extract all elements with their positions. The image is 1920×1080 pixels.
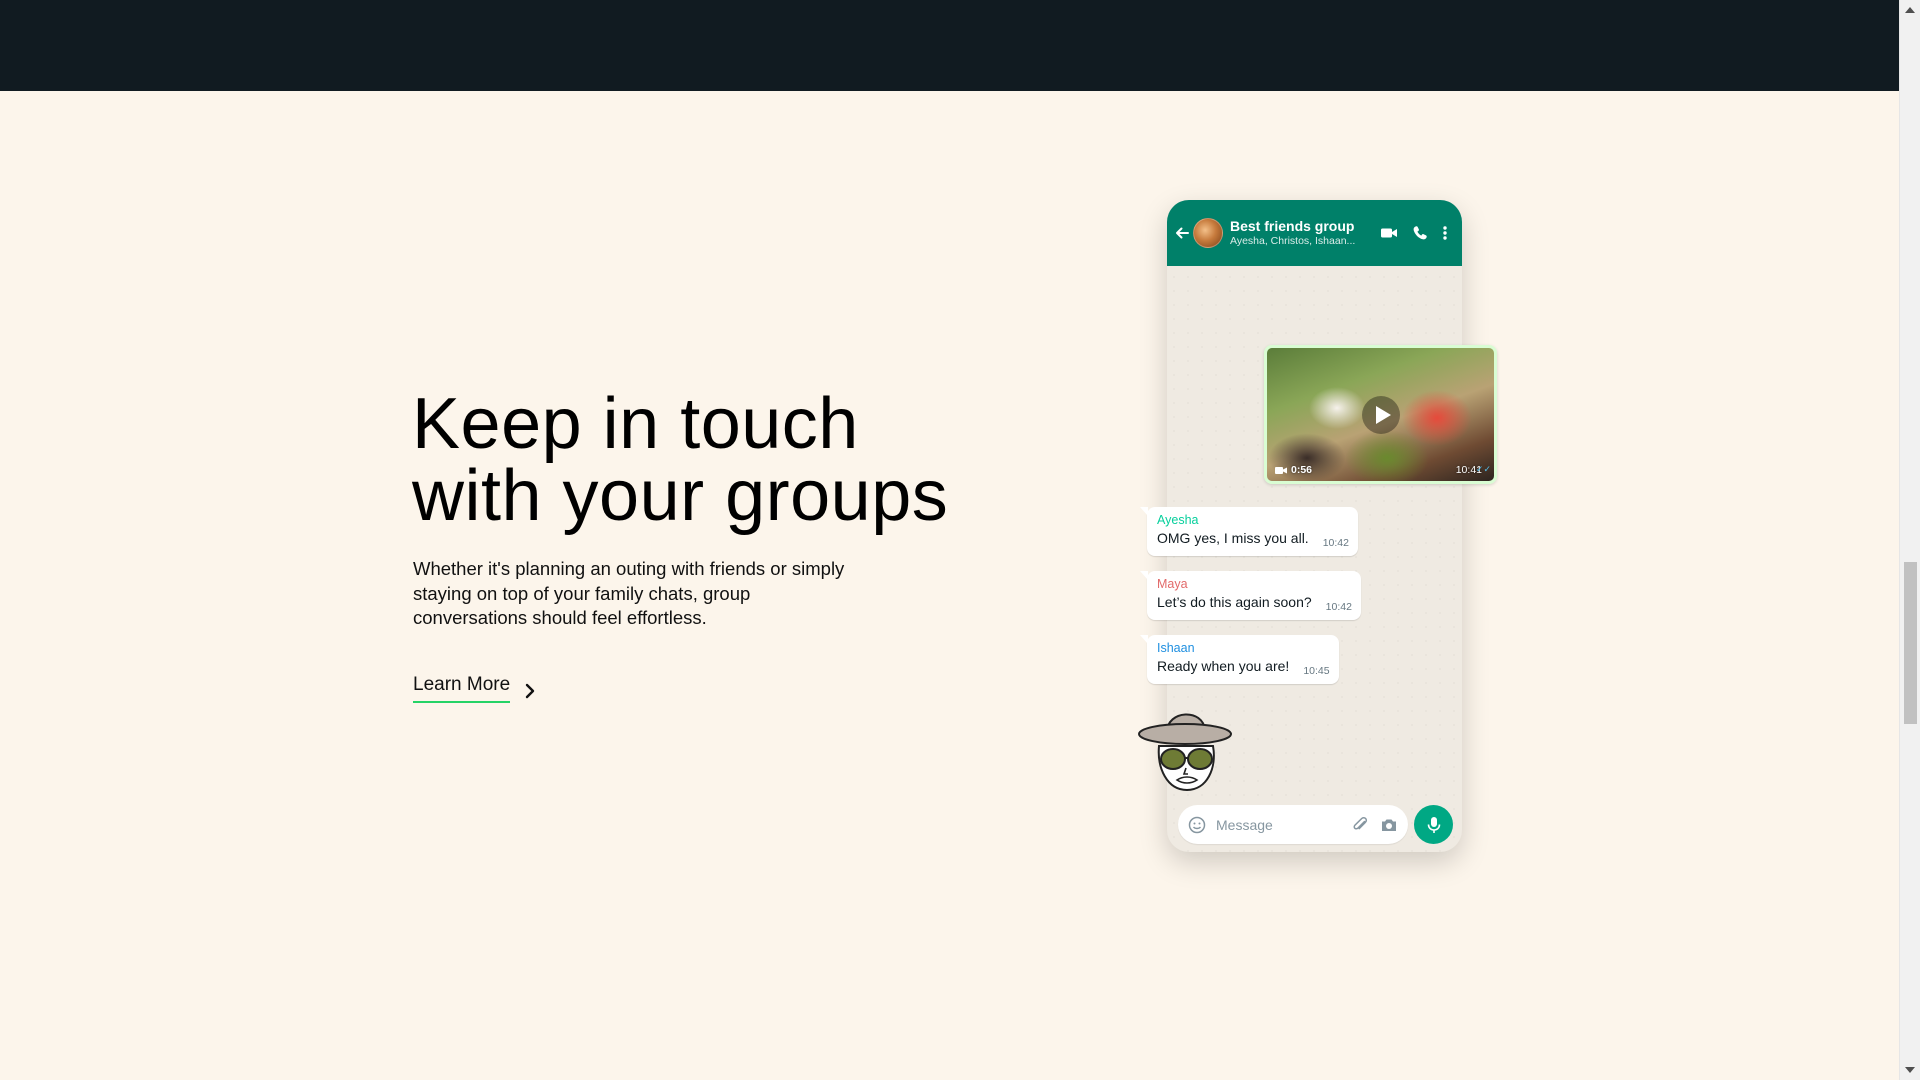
hero-title-line-1: Keep in touch [412,384,859,464]
video-duration-text: 0:56 [1291,464,1313,476]
video-duration: 0:56 [1275,464,1312,476]
hero-title-line-2: with your groups [412,456,949,536]
message-text: OMG yes, I miss you all. [1157,530,1309,546]
more-options-icon[interactable] [1442,225,1448,241]
learn-more-link[interactable]: Learn More [413,674,536,703]
read-receipt-icon: ✓✓ [1475,464,1491,474]
hero-description: Whether it's planning an outing with fri… [413,558,845,628]
message-sender: Maya [1157,577,1188,591]
sticker-face-with-hat-icon[interactable] [1137,702,1237,794]
message-bubble[interactable]: Ishaan Ready when you are! 10:45 [1140,635,1339,684]
page-scrollbar[interactable] [1899,0,1920,1080]
play-icon[interactable] [1361,395,1400,434]
video-message[interactable]: 0:56 10:41 ✓✓ [1264,345,1497,484]
message-composer[interactable]: Message [1178,805,1408,844]
message-input[interactable]: Message [1216,817,1342,833]
chevron-right-icon [525,683,535,698]
chat-title-block[interactable]: Best friends group Ayesha, Christos, Ish… [1230,218,1380,248]
message-sender: Ishaan [1157,641,1195,655]
message-time: 10:42 [1325,601,1352,613]
message-time: 10:45 [1303,665,1330,677]
chat-title: Best friends group [1230,218,1355,234]
back-arrow-icon[interactable] [1173,224,1191,242]
message-sender: Ayesha [1157,513,1199,527]
microphone-icon [1427,816,1440,833]
chat-subtitle: Ayesha, Christos, Ishaan... [1230,235,1356,247]
video-camera-icon [1275,466,1287,474]
scrollbar-thumb[interactable] [1904,562,1917,724]
message-text: Let’s do this again soon? [1157,594,1312,610]
video-call-icon[interactable] [1380,226,1398,240]
top-dark-band [0,0,1899,91]
scroll-down-arrow-icon[interactable] [1905,1067,1915,1073]
message-bubble[interactable]: Ayesha OMG yes, I miss you all. 10:42 [1140,507,1358,556]
message-time: 10:42 [1322,537,1349,549]
scroll-up-arrow-icon[interactable] [1905,7,1915,13]
hero-title: Keep in touch with your groups [412,388,1012,532]
voice-call-icon[interactable] [1412,225,1428,241]
attach-icon[interactable] [1352,816,1370,834]
emoji-icon[interactable] [1188,816,1206,834]
message-text: Ready when you are! [1157,658,1290,674]
chat-header: Best friends group Ayesha, Christos, Ish… [1167,200,1462,266]
message-bubble[interactable]: Maya Let’s do this again soon? 10:42 [1140,571,1361,620]
group-avatar[interactable] [1193,218,1223,248]
mic-button[interactable] [1414,805,1453,844]
camera-icon[interactable] [1380,816,1398,834]
learn-more-label: Learn More [413,674,511,703]
